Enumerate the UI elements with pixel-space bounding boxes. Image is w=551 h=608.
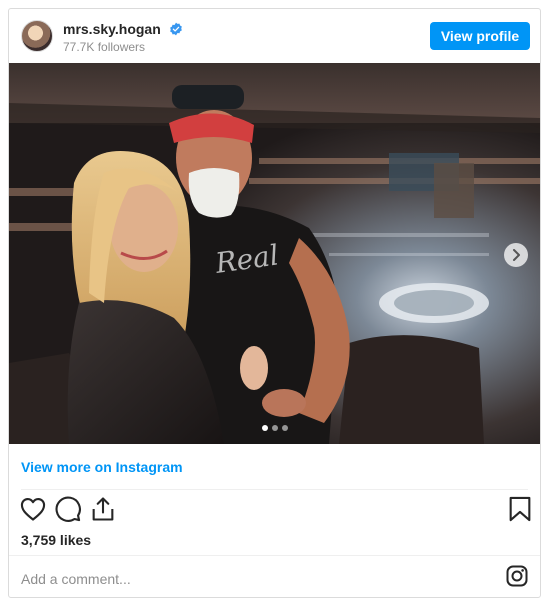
- avatar[interactable]: [21, 20, 53, 52]
- next-slide-button[interactable]: [504, 243, 528, 267]
- carousel-dot: [261, 425, 268, 431]
- carousel-dot: [271, 425, 278, 431]
- instagram-icon[interactable]: [505, 564, 529, 588]
- view-profile-button[interactable]: View profile: [430, 22, 530, 50]
- carousel-dots: [9, 425, 540, 431]
- action-bar: [9, 495, 540, 535]
- photo-illustration: Real: [9, 63, 540, 444]
- comment-icon[interactable]: [54, 495, 82, 523]
- post-photo[interactable]: Real: [9, 63, 540, 444]
- divider: [9, 555, 540, 556]
- verified-badge-icon: [169, 22, 182, 36]
- username-row[interactable]: mrs.sky.hogan: [63, 21, 183, 37]
- instagram-embed-card: mrs.sky.hogan 77.7K followers View profi…: [8, 8, 541, 598]
- share-icon[interactable]: [89, 495, 117, 523]
- chevron-right-icon: [513, 249, 520, 261]
- carousel-dot: [281, 425, 288, 431]
- comment-input[interactable]: Add a comment...: [21, 571, 131, 587]
- view-more-link[interactable]: View more on Instagram: [21, 459, 183, 475]
- bookmark-icon[interactable]: [506, 495, 534, 523]
- post-header: mrs.sky.hogan 77.7K followers View profi…: [9, 9, 540, 63]
- divider: [21, 489, 528, 490]
- heart-icon[interactable]: [19, 495, 47, 523]
- username[interactable]: mrs.sky.hogan: [63, 21, 161, 37]
- likes-count[interactable]: 3,759 likes: [21, 532, 91, 548]
- followers-count: 77.7K followers: [63, 40, 146, 54]
